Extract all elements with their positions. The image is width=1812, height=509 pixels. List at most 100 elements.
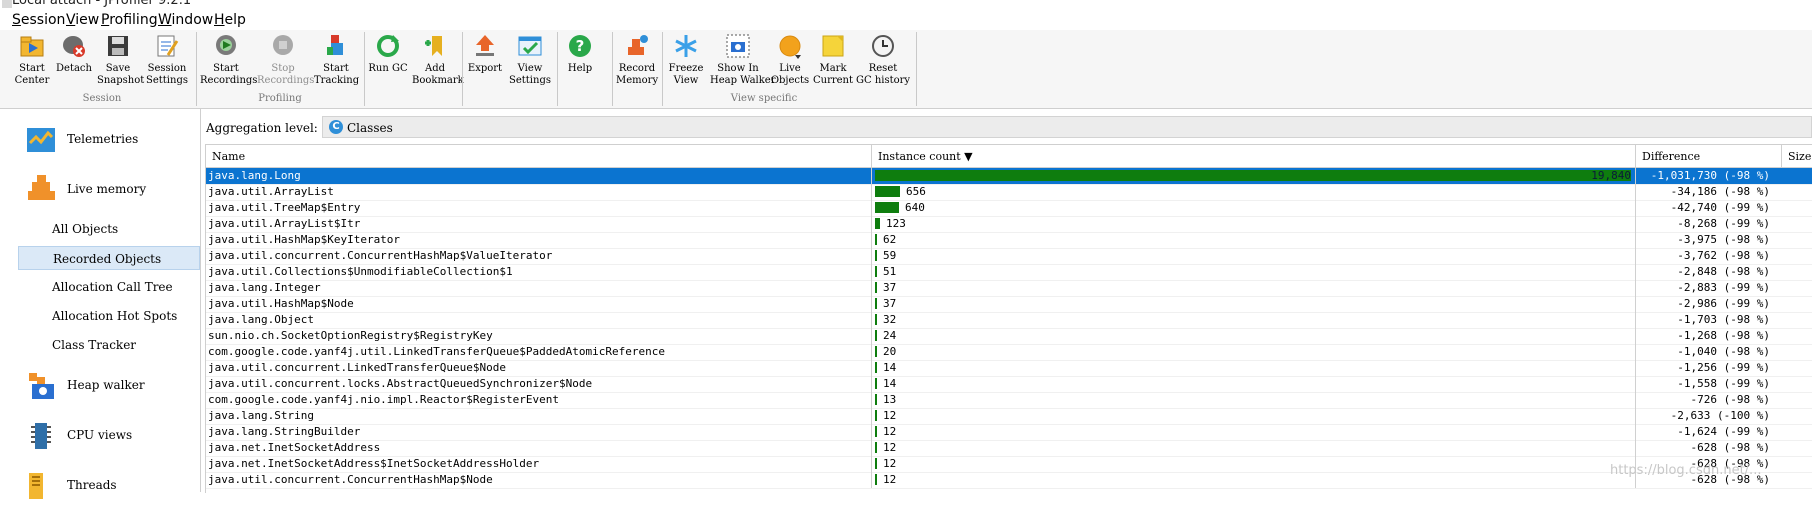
column-divider: [871, 264, 872, 280]
instance-count-cell: 20: [873, 344, 1635, 360]
instance-count-value: 37: [883, 281, 897, 294]
table-row[interactable]: java.lang.String 12 -2,633 (-100 %): [206, 408, 1812, 425]
difference-cell: -1,703 (-98 %): [1677, 313, 1770, 326]
table-row[interactable]: java.net.InetSocketAddress$InetSocketAdd…: [206, 456, 1812, 473]
column-divider: [871, 168, 872, 184]
table-row[interactable]: java.util.ArrayList 656 -34,186 (-98 %): [206, 184, 1812, 201]
column-divider: [871, 424, 872, 440]
help-button[interactable]: ? Help: [562, 30, 598, 92]
column-header-size-label: Size: [1788, 150, 1812, 163]
instance-count-cell: 32: [873, 312, 1635, 328]
sidebar-item-telemetries[interactable]: Telemetries: [10, 117, 200, 163]
instance-count-bar: [875, 378, 877, 389]
export-button[interactable]: Export: [466, 30, 504, 92]
column-header-size[interactable]: Size: [1782, 145, 1812, 167]
watermark: https://blog.csdn.net/...: [1610, 463, 1762, 478]
record-memory-button[interactable]: Record Memory: [616, 30, 658, 92]
sidebar-item-heap-walker[interactable]: Heap walker: [10, 363, 200, 409]
sidebar-item-live-memory[interactable]: Live memory: [10, 167, 200, 213]
instance-count-value: 12: [883, 457, 897, 470]
live-objects-button[interactable]: Live Objects: [770, 30, 810, 92]
reset-gc-history-button[interactable]: Reset GC history: [856, 30, 910, 92]
menu-session[interactable]: Session: [12, 12, 65, 28]
sidebar-item-all-objects[interactable]: All Objects: [18, 217, 200, 241]
session-settings-button[interactable]: Session Settings: [144, 30, 190, 92]
menu-profiling[interactable]: Profiling: [101, 12, 158, 28]
instance-count-cell: 13: [873, 392, 1635, 408]
save-snapshot-icon: [105, 33, 131, 59]
difference-cell: -1,040 (-98 %): [1677, 345, 1770, 358]
column-divider: [871, 296, 872, 312]
table-row[interactable]: com.google.code.yanf4j.nio.impl.Reactor$…: [206, 392, 1812, 409]
table-row[interactable]: java.net.InetSocketAddress 12 -628 (-98 %): [206, 440, 1812, 457]
table-row[interactable]: com.google.code.yanf4j.util.LinkedTransf…: [206, 344, 1812, 361]
difference-cell: -1,031,730 (-98 %): [1650, 169, 1770, 182]
table-row[interactable]: sun.nio.ch.SocketOptionRegistry$Registry…: [206, 328, 1812, 345]
menu-help[interactable]: Help: [214, 12, 246, 28]
instance-count-bar: [875, 170, 1631, 181]
svg-text:?: ?: [576, 37, 585, 55]
instance-count-cell: 19,840: [873, 168, 1635, 184]
detach-icon: [61, 33, 87, 59]
start-tracking-button[interactable]: Start Tracking: [314, 30, 359, 92]
table-row[interactable]: java.lang.Integer 37 -2,883 (-99 %): [206, 280, 1812, 297]
table-row[interactable]: java.util.concurrent.LinkedTransferQueue…: [206, 360, 1812, 377]
column-header-difference[interactable]: Difference: [1636, 145, 1782, 167]
menu-window[interactable]: Window: [158, 12, 213, 28]
session-settings-icon: [154, 33, 180, 59]
instance-count-bar: [875, 442, 877, 453]
column-header-name[interactable]: Name: [206, 145, 872, 167]
class-name-cell: java.lang.Object: [208, 313, 314, 326]
table-row[interactable]: java.lang.Long 19,840 -1,031,730 (-98 %): [206, 168, 1812, 185]
menu-view[interactable]: View: [66, 12, 99, 28]
class-name-cell: java.util.concurrent.locks.AbstractQueue…: [208, 377, 593, 390]
class-name-cell: java.util.TreeMap$Entry: [208, 201, 361, 214]
difference-cell: -42,740 (-99 %): [1670, 201, 1770, 214]
table-row[interactable]: java.util.concurrent.ConcurrentHashMap$V…: [206, 248, 1812, 265]
detach-button[interactable]: Detach: [56, 30, 92, 92]
export-icon: [472, 33, 498, 59]
run-gc-button[interactable]: Run GC: [368, 30, 408, 92]
sidebar-item-threads[interactable]: Threads: [10, 463, 200, 509]
sidebar-item-cpu-views[interactable]: CPU views: [10, 413, 200, 459]
instance-count-value: 13: [883, 393, 897, 406]
toolbar-separator: [364, 32, 365, 106]
save-snapshot-button[interactable]: Save Snapshot: [97, 30, 144, 92]
table-row[interactable]: java.util.HashMap$Node 37 -2,986 (-99 %): [206, 296, 1812, 313]
aggregation-level-selector[interactable]: C Classes: [322, 116, 1812, 138]
start-center-button[interactable]: Start Center: [12, 30, 52, 92]
sidebar-label-cpu-views: CPU views: [67, 428, 133, 442]
show-in-heap-walker-button[interactable]: Show In Heap Walker: [710, 30, 776, 92]
class-name-cell: com.google.code.yanf4j.nio.impl.Reactor$…: [208, 393, 559, 406]
add-bookmark-button[interactable]: Add Bookmark: [412, 30, 464, 92]
live-objects-label: Live Objects: [770, 63, 810, 86]
start-recordings-button[interactable]: Start Recordings: [200, 30, 257, 92]
table-row[interactable]: java.lang.StringBuilder 12 -1,624 (-99 %): [206, 424, 1812, 441]
table-row[interactable]: java.lang.Object 32 -1,703 (-98 %): [206, 312, 1812, 329]
table-row[interactable]: java.util.HashMap$KeyIterator 62 -3,975 (-…: [206, 232, 1812, 249]
sidebar-item-allocation-hot-spots[interactable]: Allocation Hot Spots: [18, 304, 200, 328]
sidebar-item-recorded-objects[interactable]: Recorded Objects: [18, 246, 200, 270]
table-row[interactable]: java.util.Collections$UnmodifiableCollec…: [206, 264, 1812, 281]
view-settings-icon: [517, 33, 543, 59]
mark-current-button[interactable]: Mark Current: [812, 30, 854, 92]
table-row[interactable]: java.util.TreeMap$Entry 640 -42,740 (-99 %…: [206, 200, 1812, 217]
table-row[interactable]: java.util.concurrent.ConcurrentHashMap$N…: [206, 472, 1812, 489]
export-label: Export: [467, 63, 503, 74]
instance-count-value: 12: [883, 473, 897, 486]
table-row[interactable]: java.util.ArrayList$Itr 123 -8,268 (-99 %): [206, 216, 1812, 233]
sidebar-label-allocation-hot-spots: Allocation Hot Spots: [52, 309, 178, 323]
freeze-view-button[interactable]: Freeze View: [666, 30, 706, 92]
toolbar-separator: [196, 32, 197, 106]
view-settings-button[interactable]: View Settings: [508, 30, 552, 92]
group-label-view-specific: View specific: [730, 93, 798, 104]
column-header-instance-count[interactable]: Instance count ▼: [872, 145, 1636, 167]
sidebar-item-class-tracker[interactable]: Class Tracker: [18, 333, 200, 357]
table-row[interactable]: java.util.concurrent.locks.AbstractQueue…: [206, 376, 1812, 393]
instance-count-bar: [875, 314, 877, 325]
instance-count-bar: [875, 202, 899, 213]
column-divider: [871, 200, 872, 216]
run-gc-label: Run GC: [368, 63, 408, 74]
stop-recordings-button[interactable]: Stop Recordings: [257, 30, 314, 92]
sidebar-item-allocation-call-tree[interactable]: Allocation Call Tree: [18, 275, 200, 299]
